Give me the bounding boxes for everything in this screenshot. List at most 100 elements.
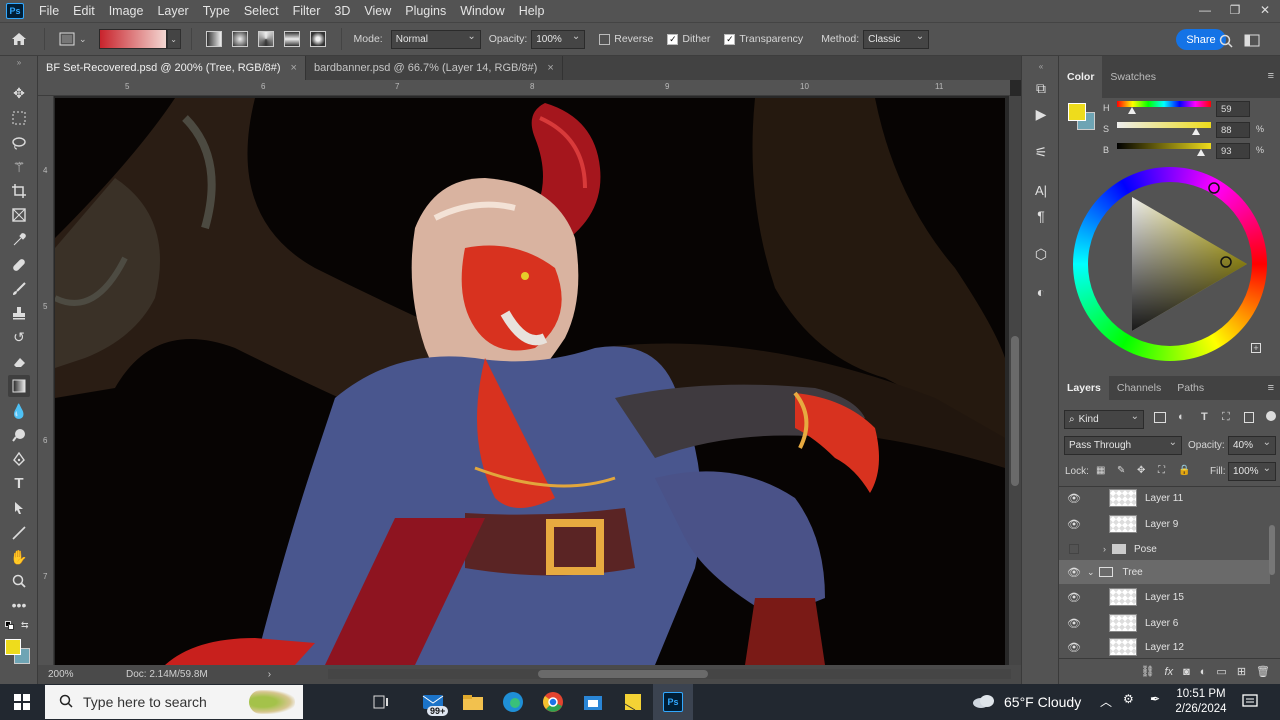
lock-pixels-icon[interactable]: ✎	[1117, 465, 1125, 476]
lock-transparent-icon[interactable]: ▦	[1096, 465, 1105, 476]
new-layer-icon[interactable]: ⊞	[1237, 665, 1246, 678]
pen-tool-icon[interactable]	[8, 448, 30, 470]
horizontal-ruler[interactable]: 5 6 7 8 9 10 11	[38, 80, 1010, 96]
history-brush-tool-icon[interactable]: ↺	[8, 326, 30, 348]
horizontal-scrollbar[interactable]	[328, 669, 1011, 679]
swap-colors-icon[interactable]: ⇆	[21, 620, 29, 631]
hue-input[interactable]: 59	[1216, 101, 1250, 117]
fill-input[interactable]: 100%	[1228, 462, 1276, 481]
menu-filter[interactable]: Filter	[286, 0, 328, 22]
home-icon[interactable]	[0, 24, 38, 54]
eye-icon[interactable]: 👁	[1063, 641, 1085, 654]
new-group-icon[interactable]: ▭	[1216, 665, 1226, 678]
task-view-icon[interactable]	[361, 684, 401, 720]
new-adjustment-icon[interactable]: ◐	[1200, 666, 1207, 678]
lock-all-icon[interactable]: 🔒	[1178, 465, 1190, 476]
tab-bardbanner[interactable]: bardbanner.psd @ 66.7% (Layer 14, RGB/8#…	[306, 56, 563, 80]
menu-type[interactable]: Type	[196, 0, 237, 22]
default-colors-icon[interactable]	[5, 621, 15, 631]
eye-icon[interactable]: 👁	[1063, 617, 1085, 630]
layer-opacity-input[interactable]: 40%	[1228, 436, 1276, 455]
close-icon[interactable]: ✕	[1250, 0, 1280, 22]
restore-icon[interactable]: ❐	[1220, 0, 1250, 22]
zoom-tool-icon[interactable]	[8, 570, 30, 592]
brightness-input[interactable]: 93	[1216, 143, 1250, 159]
dock-collapse-icon[interactable]: «	[1031, 56, 1051, 76]
search-icon[interactable]	[1218, 33, 1234, 49]
clock[interactable]: 10:51 PM 2/26/2024	[1172, 687, 1230, 717]
tool-preset-dropdown-icon[interactable]: ⌄	[79, 34, 87, 45]
tab-channels[interactable]: Channels	[1109, 376, 1169, 400]
layer-kind-filter[interactable]: ⌕ Kind	[1064, 410, 1144, 429]
line-tool-icon[interactable]	[8, 522, 30, 544]
brush-tool-icon[interactable]	[8, 278, 30, 300]
transparency-checkbox[interactable]: ✓	[724, 33, 736, 45]
opacity-input[interactable]: 100%	[531, 29, 586, 49]
menu-file[interactable]: File	[32, 0, 66, 22]
gradient-tool-icon[interactable]	[8, 375, 30, 397]
clone-stamp-tool-icon[interactable]	[8, 302, 30, 324]
panel-menu-icon[interactable]: ≡	[1268, 70, 1274, 82]
chevron-up-icon[interactable]: ︿	[1100, 693, 1112, 710]
layer-row[interactable]: 👁 Layer 15	[1059, 585, 1270, 609]
store-app-icon[interactable]	[573, 684, 613, 720]
network-icon[interactable]: ⚙	[1123, 692, 1134, 706]
adjustments-panel-icon[interactable]: ◐	[1031, 282, 1051, 302]
brightness-slider-handle[interactable]	[1197, 149, 1205, 156]
gradient-dropdown[interactable]: ⌄	[166, 29, 181, 49]
filter-shape-icon[interactable]: ⛶	[1222, 411, 1230, 424]
frame-tool-icon[interactable]	[8, 204, 30, 226]
scrollbar-thumb[interactable]	[1011, 336, 1019, 486]
layer-row[interactable]: 👁 Layer 6	[1059, 611, 1270, 635]
linear-gradient-icon[interactable]	[205, 31, 222, 47]
tool-preset-icon[interactable]	[57, 29, 77, 49]
dodge-tool-icon[interactable]	[8, 424, 30, 446]
pen-icon[interactable]: ✒	[1150, 692, 1160, 706]
layer-group-row[interactable]: › Pose	[1059, 537, 1270, 561]
menu-view[interactable]: View	[357, 0, 398, 22]
healing-brush-tool-icon[interactable]	[8, 254, 30, 276]
windows-start-icon[interactable]	[0, 684, 44, 720]
mode-select[interactable]: Normal	[390, 29, 481, 49]
tab-bf-set[interactable]: BF Set-Recovered.psd @ 200% (Tree, RGB/8…	[38, 56, 306, 80]
foreground-color-swatch[interactable]	[5, 639, 21, 655]
hue-slider-handle[interactable]	[1128, 107, 1136, 114]
eye-icon[interactable]: 👁	[1063, 518, 1085, 531]
actions-panel-icon[interactable]: ▶	[1031, 104, 1051, 124]
move-tool-icon[interactable]: ✥	[8, 82, 30, 104]
mail-app-icon[interactable]: 99+	[413, 684, 453, 720]
saturation-slider-handle[interactable]	[1192, 128, 1200, 135]
minimize-icon[interactable]: —	[1190, 0, 1220, 22]
notifications-icon[interactable]	[1242, 693, 1258, 712]
lock-artboard-icon[interactable]: ⛶	[1158, 465, 1165, 476]
more-tools-icon[interactable]: •••	[8, 594, 30, 616]
visibility-toggle-empty[interactable]	[1069, 544, 1079, 554]
eye-icon[interactable]: 👁	[1063, 566, 1085, 579]
chrome-browser-icon[interactable]	[533, 684, 573, 720]
blend-mode-select[interactable]: Pass Through	[1064, 436, 1182, 455]
status-arrow-icon[interactable]: ›	[268, 669, 271, 680]
dither-checkbox[interactable]: ✓	[667, 33, 679, 45]
tab-color[interactable]: Color	[1059, 56, 1103, 98]
diamond-gradient-icon[interactable]	[309, 31, 326, 47]
taskbar-search[interactable]: Type here to search	[45, 685, 303, 719]
sticky-notes-icon[interactable]	[613, 684, 653, 720]
eraser-tool-icon[interactable]	[8, 351, 30, 373]
reverse-checkbox[interactable]	[599, 33, 611, 45]
radial-gradient-icon[interactable]	[231, 31, 248, 47]
lasso-tool-icon[interactable]	[8, 132, 30, 154]
crop-tool-icon[interactable]	[8, 180, 30, 202]
eye-icon[interactable]: 👁	[1063, 591, 1085, 604]
menu-select[interactable]: Select	[237, 0, 286, 22]
eyedropper-tool-icon[interactable]	[8, 229, 30, 251]
chevron-right-icon[interactable]: ›	[1103, 544, 1106, 554]
filter-type-icon[interactable]: T	[1201, 411, 1208, 423]
menu-3d[interactable]: 3D	[327, 0, 357, 22]
layer-row[interactable]: 👁 Layer 11	[1059, 486, 1270, 510]
panel-menu-icon[interactable]: ≡	[1268, 382, 1274, 394]
filter-image-icon[interactable]	[1154, 412, 1166, 423]
zoom-level[interactable]: 200%	[48, 669, 106, 680]
tab-swatches[interactable]: Swatches	[1102, 56, 1164, 98]
vertical-ruler[interactable]: 4 5 6 7	[38, 96, 54, 668]
toolbar-collapse-icon[interactable]: »	[8, 56, 30, 68]
